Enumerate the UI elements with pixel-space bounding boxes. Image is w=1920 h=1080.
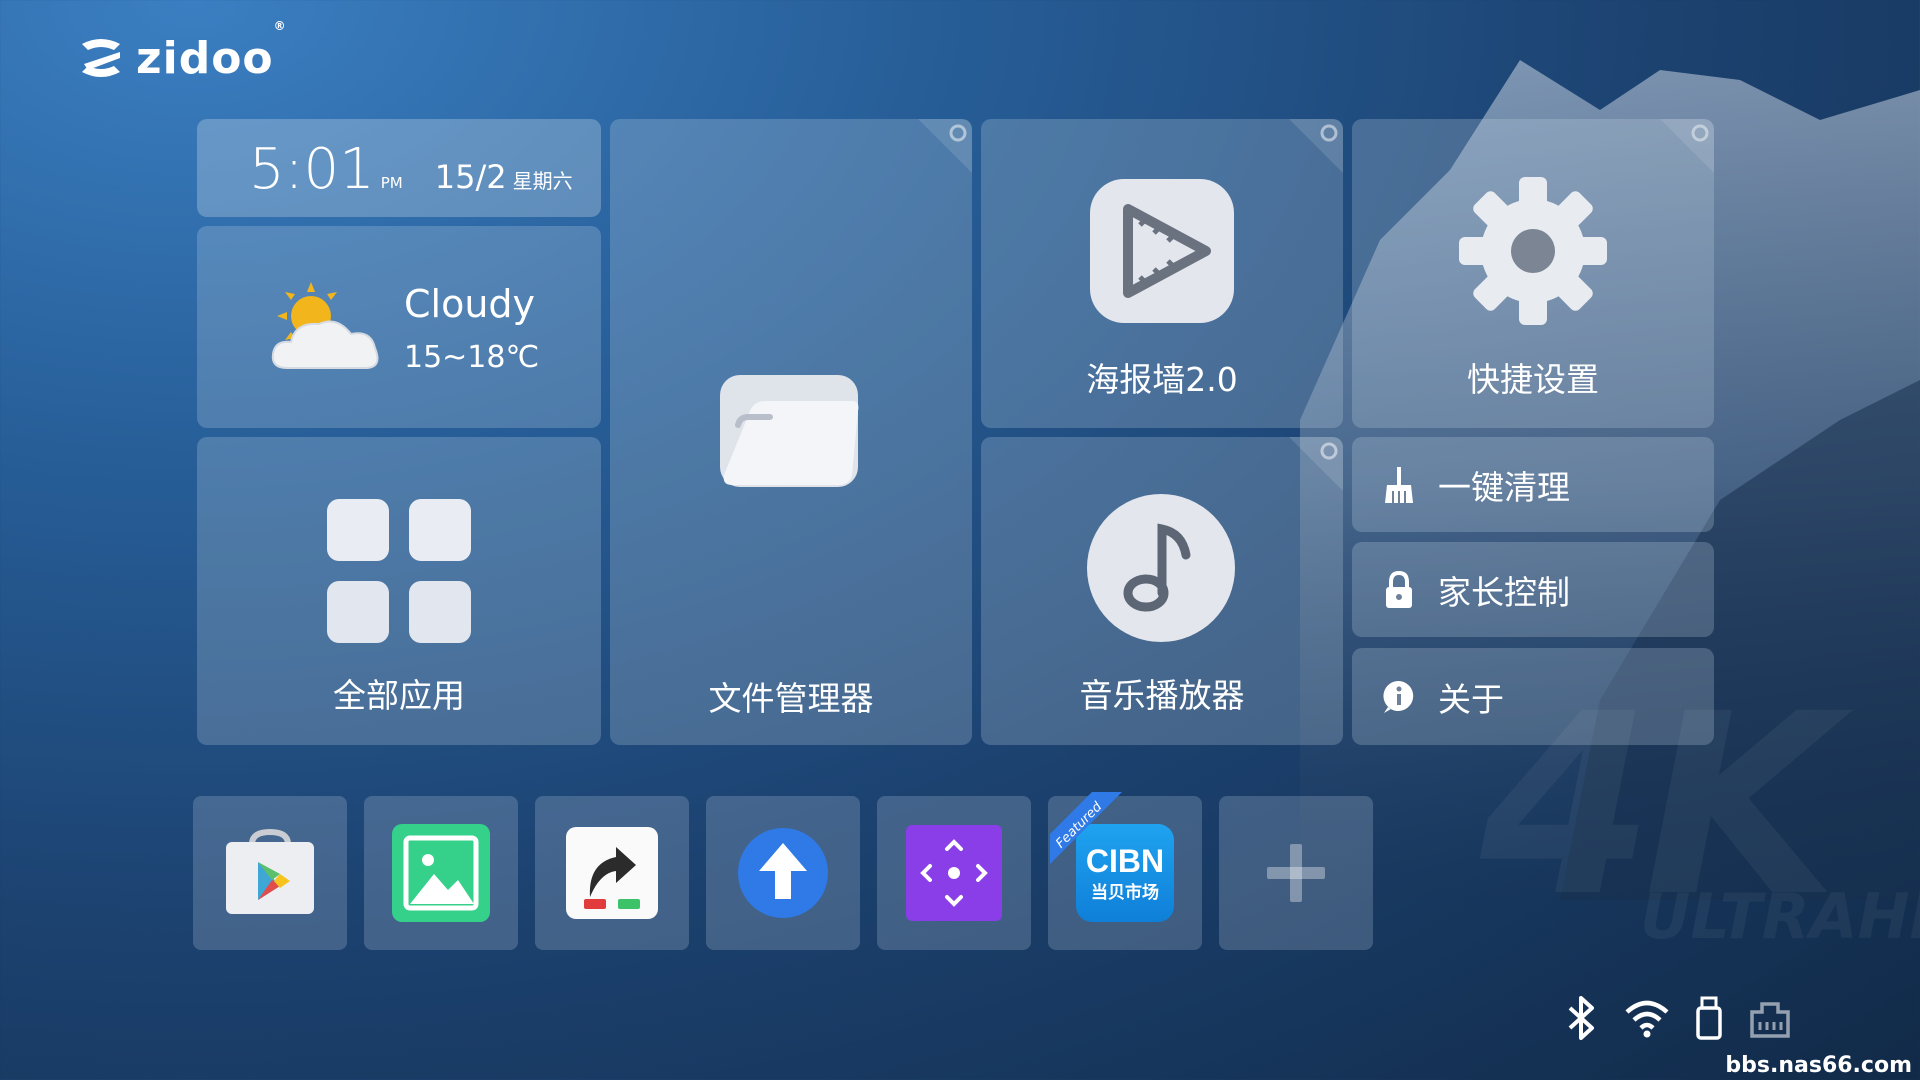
about-label: 关于 <box>1438 679 1504 719</box>
parental-control-label: 家长控制 <box>1438 572 1570 612</box>
gallery-icon <box>392 824 490 922</box>
clock-tile: 5:01 PM 15/2 星期六 <box>197 119 601 217</box>
music-note-icon <box>1087 494 1235 642</box>
dpad-app-icon <box>906 825 1002 921</box>
dock-add-app[interactable] <box>1219 796 1373 950</box>
logo-text: zidoo® <box>136 18 287 84</box>
dock-shortcut-app[interactable] <box>535 796 689 950</box>
partly-cloudy-icon <box>271 282 379 369</box>
parental-control-item[interactable]: 家长控制 <box>1352 542 1714 637</box>
refresh-corner-icon <box>918 119 972 173</box>
dock-gallery[interactable] <box>364 796 518 950</box>
wifi-icon <box>1625 1000 1669 1038</box>
refresh-corner-icon <box>1289 119 1343 173</box>
shortcut-app-icon <box>566 827 658 919</box>
one-click-clean-label: 一键清理 <box>1438 467 1570 507</box>
music-player-label: 音乐播放器 <box>1079 676 1245 715</box>
quick-settings-label: 快捷设置 <box>1467 360 1599 399</box>
bluetooth-icon <box>1568 996 1594 1040</box>
play-store-icon <box>226 828 314 914</box>
refresh-corner-icon <box>1289 437 1343 491</box>
quick-settings-tile[interactable]: 快捷设置 <box>1352 119 1714 428</box>
weather-temperature: 15~18℃ <box>404 340 540 375</box>
cibn-subtext: 当贝市场 <box>1091 882 1159 903</box>
file-manager-tile[interactable]: 文件管理器 <box>610 119 972 745</box>
ethernet-icon <box>1750 1002 1790 1038</box>
refresh-corner-icon <box>1660 119 1714 173</box>
add-app-icon <box>1267 844 1325 902</box>
dock-upload-app[interactable] <box>706 796 860 950</box>
folder-icon <box>720 375 859 487</box>
clock-date: 15/2 <box>434 158 507 196</box>
usb-drive-icon <box>1696 996 1722 1040</box>
about-item[interactable]: 关于 <box>1352 648 1714 745</box>
dock-dpad-app[interactable] <box>877 796 1031 950</box>
all-apps-label: 全部应用 <box>333 676 465 715</box>
info-icon <box>1383 680 1414 713</box>
weather-tile[interactable]: Cloudy 15~18℃ <box>197 226 601 428</box>
clock-weekday: 星期六 <box>512 169 573 193</box>
music-player-tile[interactable]: 音乐播放器 <box>981 437 1343 745</box>
lock-icon <box>1386 570 1412 608</box>
apps-grid-icon <box>327 499 473 645</box>
file-manager-label: 文件管理器 <box>708 679 874 718</box>
upload-arrow-icon <box>738 828 828 918</box>
all-apps-tile[interactable]: 全部应用 <box>197 437 601 745</box>
gear-icon <box>1459 177 1607 325</box>
broom-icon <box>1385 466 1413 503</box>
weather-condition: Cloudy <box>404 282 536 326</box>
status-bar <box>1562 996 1792 1040</box>
zidoo-logo-icon <box>82 39 120 77</box>
clock-time: 5:01 <box>249 137 375 202</box>
zidoo-logo: zidoo® <box>74 18 287 86</box>
video-play-icon <box>1090 179 1234 323</box>
one-click-clean-item[interactable]: 一键清理 <box>1352 437 1714 532</box>
clock-ampm: PM <box>380 174 403 192</box>
dock-cibn-market[interactable]: Featured CIBN 当贝市场 <box>1048 792 1202 950</box>
poster-wall-tile[interactable]: 海报墙2.0 <box>981 119 1343 428</box>
dock-play-store[interactable] <box>193 796 347 950</box>
watermark-text: bbs.nas66.com <box>1725 1053 1912 1078</box>
bg-ultrahd-text: ULTRAHD <box>1640 880 1920 953</box>
poster-wall-label: 海报墙2.0 <box>1086 360 1238 399</box>
